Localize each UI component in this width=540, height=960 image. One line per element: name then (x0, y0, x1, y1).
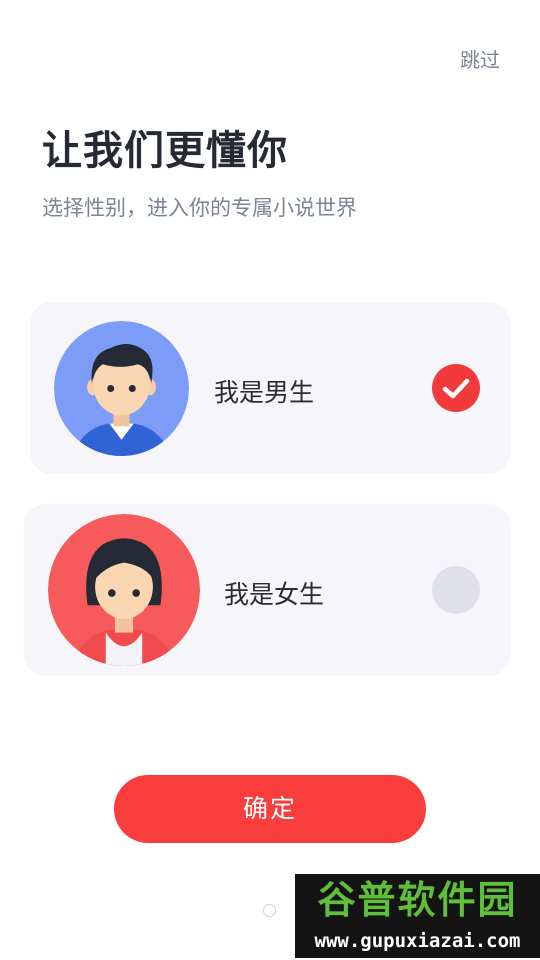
watermark-logo: 谷普软件园 www.gupuxiazai.com (295, 874, 540, 958)
checkmark-icon[interactable] (432, 364, 480, 412)
skip-button[interactable]: 跳过 (460, 44, 500, 73)
female-option-label: 我是女生 (224, 580, 325, 609)
male-option-label: 我是男生 (214, 378, 315, 407)
confirm-button[interactable]: 确定 (114, 775, 426, 843)
unchecked-radio-icon[interactable] (432, 566, 480, 614)
page-title: 让我们更懂你 (42, 128, 288, 174)
gender-option-male[interactable]: 我是男生 (30, 302, 510, 474)
watermark-title: 谷普软件园 (317, 878, 518, 922)
gender-option-female[interactable]: 我是女生 (24, 504, 510, 676)
watermark-url: www.gupuxiazai.com (314, 930, 521, 952)
loading-spinner-icon (263, 904, 276, 917)
female-avatar-icon (48, 514, 200, 666)
male-avatar-icon (54, 321, 189, 456)
page-subtitle: 选择性别，进入你的专属小说世界 (42, 196, 357, 220)
